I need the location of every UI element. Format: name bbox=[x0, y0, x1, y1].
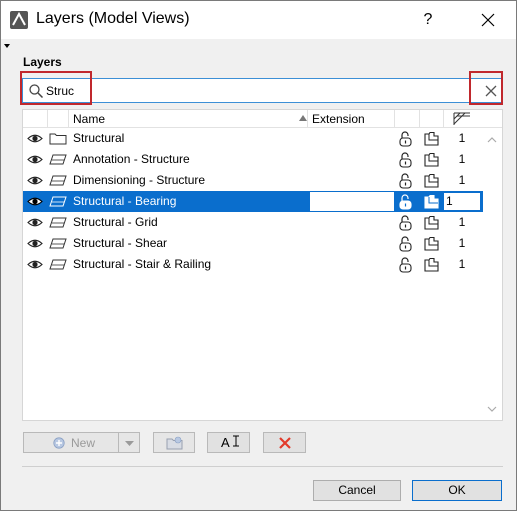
wireframe-icon[interactable] bbox=[424, 257, 439, 272]
layer-icon bbox=[49, 154, 67, 165]
intersection-group-field[interactable]: 1 bbox=[443, 192, 481, 211]
eye-icon[interactable] bbox=[27, 217, 43, 228]
column-header-extension[interactable]: Extension bbox=[312, 110, 365, 128]
column-header-name[interactable]: Name bbox=[73, 110, 105, 128]
intersection-group-value[interactable]: 1 bbox=[443, 170, 481, 191]
layer-icon bbox=[49, 196, 67, 207]
layer-name: Annotation - Structure bbox=[73, 152, 190, 166]
wireframe-icon[interactable] bbox=[424, 215, 439, 230]
title-bar: Layers (Model Views) ? bbox=[1, 1, 516, 39]
wireframe-icon[interactable] bbox=[424, 236, 439, 251]
close-button[interactable] bbox=[467, 4, 509, 36]
scroll-down-icon[interactable] bbox=[485, 403, 499, 415]
wireframe-icon[interactable] bbox=[424, 194, 439, 209]
eye-icon[interactable] bbox=[27, 154, 43, 165]
close-icon bbox=[481, 13, 495, 27]
lock-icon[interactable] bbox=[398, 131, 413, 147]
add-icon bbox=[53, 437, 65, 449]
layer-name: Structural bbox=[73, 131, 125, 145]
table-row[interactable]: Structural - Stair & Railing 1 bbox=[23, 254, 483, 275]
intersection-group-value[interactable]: 1 bbox=[443, 233, 481, 254]
delete-icon bbox=[279, 437, 291, 449]
new-layer-button[interactable]: New bbox=[23, 432, 119, 453]
layer-name: Structural - Shear bbox=[73, 236, 168, 250]
table-header: Name Extension bbox=[23, 110, 502, 128]
intersection-group-value[interactable]: 1 bbox=[443, 212, 481, 233]
eye-icon[interactable] bbox=[27, 133, 43, 144]
lock-icon[interactable] bbox=[398, 236, 413, 252]
text-cursor-icon bbox=[233, 435, 239, 447]
sort-ascending-icon bbox=[299, 115, 307, 121]
lock-icon[interactable] bbox=[398, 173, 413, 189]
layer-icon bbox=[49, 175, 67, 186]
layers-dialog: Layers (Model Views) ? Layers Name Exten… bbox=[0, 0, 517, 511]
table-row[interactable]: Dimensioning - Structure 1 bbox=[23, 170, 483, 191]
layers-table: Name Extension Structural 1 Annotation -… bbox=[22, 109, 503, 421]
search-box[interactable] bbox=[22, 78, 503, 103]
search-input[interactable] bbox=[46, 82, 466, 100]
highlight-search-field bbox=[20, 71, 92, 105]
scroll-up-icon[interactable] bbox=[485, 134, 499, 146]
table-row-selected[interactable]: Structural - Bearing 1 bbox=[23, 191, 483, 212]
intersection-group-icon[interactable] bbox=[453, 112, 471, 126]
table-row[interactable]: Annotation - Structure 1 bbox=[23, 149, 483, 170]
highlight-clear-button bbox=[469, 71, 503, 105]
section-label-layers: Layers bbox=[23, 55, 62, 69]
extension-field[interactable] bbox=[310, 192, 394, 211]
chevron-down-icon bbox=[125, 441, 134, 446]
lock-icon[interactable] bbox=[398, 257, 413, 273]
rename-button[interactable]: A bbox=[207, 432, 250, 453]
lock-icon[interactable] bbox=[398, 152, 413, 168]
wireframe-icon[interactable] bbox=[424, 173, 439, 188]
intersection-group-value[interactable]: 1 bbox=[443, 128, 481, 149]
layer-icon bbox=[49, 238, 67, 249]
table-row[interactable]: Structural - Shear 1 bbox=[23, 233, 483, 254]
help-button[interactable]: ? bbox=[413, 8, 443, 32]
ok-button[interactable]: OK bbox=[412, 480, 502, 501]
folder-icon bbox=[49, 133, 67, 145]
rename-icon: A bbox=[221, 435, 230, 450]
layer-icon bbox=[49, 217, 67, 228]
layer-icon bbox=[49, 259, 67, 270]
layer-name: Structural - Stair & Railing bbox=[73, 257, 212, 271]
cancel-button[interactable]: Cancel bbox=[313, 480, 401, 501]
new-layer-dropdown[interactable] bbox=[118, 432, 140, 453]
eye-icon[interactable] bbox=[27, 259, 43, 270]
window-title: Layers (Model Views) bbox=[36, 10, 190, 27]
wireframe-icon[interactable] bbox=[424, 131, 439, 146]
delete-button[interactable] bbox=[263, 432, 306, 453]
eye-icon[interactable] bbox=[27, 196, 43, 207]
layer-name: Dimensioning - Structure bbox=[73, 173, 206, 187]
eye-icon[interactable] bbox=[27, 175, 43, 186]
archicad-app-icon bbox=[10, 11, 28, 29]
layer-name: Structural - Bearing bbox=[73, 194, 177, 208]
intersection-group-value[interactable]: 1 bbox=[443, 254, 481, 275]
layer-name: Structural - Grid bbox=[73, 215, 158, 229]
lock-icon[interactable] bbox=[398, 215, 413, 231]
table-row[interactable]: Structural 1 bbox=[23, 128, 483, 149]
intersection-group-value[interactable]: 1 bbox=[443, 149, 481, 170]
new-folder-button[interactable] bbox=[153, 432, 195, 453]
lock-icon[interactable] bbox=[398, 194, 413, 210]
new-layer-label: New bbox=[71, 436, 96, 450]
divider bbox=[22, 466, 503, 467]
table-row[interactable]: Structural - Grid 1 bbox=[23, 212, 483, 233]
new-folder-icon bbox=[166, 436, 183, 450]
wireframe-icon[interactable] bbox=[424, 152, 439, 167]
eye-icon[interactable] bbox=[27, 238, 43, 249]
collapse-triangle-icon[interactable] bbox=[4, 44, 10, 48]
